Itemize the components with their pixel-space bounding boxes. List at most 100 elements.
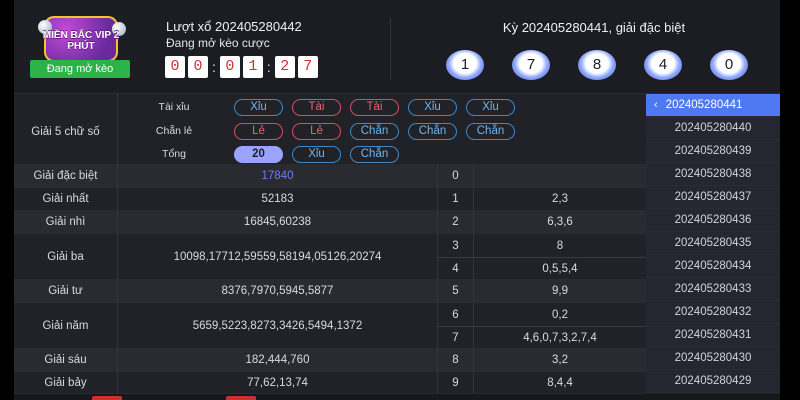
prize-row: Giải nhất 52183 1 2,3: [14, 188, 646, 211]
prize-name: Giải nhất: [14, 188, 118, 210]
countdown-separator: :: [266, 59, 271, 75]
result-chip: Xỉu: [234, 98, 283, 116]
prize-name: Giải năm: [14, 303, 118, 348]
tail-values: 4,6,0,7,3,2,7,4: [523, 332, 597, 344]
draw-item-selected[interactable]: ‹ 202405280441: [646, 94, 780, 117]
countdown-separator: :: [212, 59, 216, 75]
draw-item[interactable]: 202405280432: [646, 301, 780, 324]
status-badge: Đang mở kèo: [30, 60, 130, 78]
tail-digit: 9: [438, 372, 474, 393]
countdown-digit: 0: [219, 56, 240, 78]
prize-row: Giải bảy 77,62,13,74 9 8,4,4: [14, 372, 646, 394]
prize-value: 5659,5223,8273,3426,5494,1372: [118, 303, 438, 348]
tail-values: [474, 164, 646, 187]
option-row-taixiu: Tài xỉu Xỉu Tài Tài Xỉu Xỉu: [132, 97, 524, 117]
tail-values: 3,2: [552, 354, 568, 366]
result-ball: 4: [644, 50, 682, 80]
prize-row: Giải năm 5659,5223,8273,3426,5494,1372 6…: [14, 303, 646, 349]
tail-values: 0,2: [552, 308, 568, 321]
tail-digit: 5: [438, 280, 474, 302]
draw-item[interactable]: 202405280438: [646, 163, 780, 186]
prize-value: 16845,60238: [118, 211, 438, 233]
tail-digit: 3: [438, 234, 474, 257]
tail-values: 8: [556, 239, 564, 252]
five-digit-label: Giải 5 chữ số: [14, 94, 118, 169]
draw-item[interactable]: 202405280434: [646, 255, 780, 278]
betting-status: Đang mở kèo cược: [166, 36, 270, 50]
tail-subrow: 7 4,6,0,7,3,2,7,4: [438, 326, 646, 349]
countdown-digit: 0: [188, 56, 208, 78]
prize-name: Giải nhì: [14, 211, 118, 233]
tail-digit: 6: [438, 303, 474, 326]
draw-item[interactable]: 202405280435: [646, 232, 780, 255]
tail-values: 8,4,4: [547, 376, 573, 389]
option-label: Chẵn lẻ: [155, 125, 193, 137]
last-result-title: Kỳ 202405280441, giải đặc biệt: [502, 20, 686, 35]
tail-digit: 4: [438, 258, 474, 280]
result-ball: 7: [512, 50, 550, 80]
draw-item[interactable]: 202405280436: [646, 209, 780, 232]
option-label: Tổng: [162, 148, 186, 160]
countdown-digit: 1: [242, 56, 263, 78]
option-row-tong: Tổng 20 Xỉu Chẵn: [132, 144, 408, 164]
draw-item[interactable]: 202405280437: [646, 186, 780, 209]
bottom-tab-indicator[interactable]: [226, 396, 256, 400]
result-chip: Chẵn: [408, 122, 457, 140]
draw-item[interactable]: 202405280433: [646, 278, 780, 301]
result-chip: Chẵn: [466, 122, 515, 140]
prize-value: 77,62,13,74: [118, 372, 438, 393]
result-chip: Chẵn: [350, 145, 399, 163]
prize-value: 10098,17712,59559,58194,05126,20274: [118, 234, 438, 279]
result-chip: Tài: [292, 98, 341, 116]
tail-digit: 2: [438, 211, 474, 233]
prize-value: 17840: [118, 164, 438, 187]
result-balls: 1 7 8 4 0: [446, 50, 748, 80]
result-chip: Tài: [350, 98, 399, 116]
prize-name: Giải đặc biệt: [14, 164, 118, 187]
prize-name: Giải ba: [14, 234, 118, 279]
prize-row: Giải sáu 182,444,760 8 3,2: [14, 349, 646, 372]
result-chip: Lẻ: [292, 122, 341, 140]
prize-name: Giải tư: [14, 280, 118, 302]
countdown-digit: 7: [297, 56, 318, 78]
countdown-digit: 2: [274, 56, 295, 78]
draw-item[interactable]: 202405280429: [646, 370, 780, 393]
prize-value: 182,444,760: [118, 349, 438, 371]
tail-values: 2,3: [552, 193, 568, 205]
right-edge: [780, 0, 800, 400]
prize-row: Giải đặc biệt 17840 0: [14, 164, 646, 188]
draw-id: 202405280441: [665, 99, 743, 111]
tail-values: 9,9: [552, 285, 568, 297]
bottom-bar: [14, 394, 780, 400]
result-ball: 0: [710, 50, 748, 80]
result-chip: Xỉu: [292, 145, 341, 163]
draw-item[interactable]: 202405280440: [646, 117, 780, 140]
prize-value: 52183: [118, 188, 438, 210]
prize-row: Giải tư 8376,7970,5945,5877 5 9,9: [14, 280, 646, 303]
tail-values: 6,3,6: [547, 216, 573, 228]
draw-item[interactable]: 202405280439: [646, 140, 780, 163]
lottery-results-panel: MIỀN BẮC VIP 2 PHÚT Đang mở kèo Lượt xổ …: [0, 0, 800, 400]
result-chip: Xỉu: [466, 98, 515, 116]
prize-name: Giải sáu: [14, 349, 118, 371]
countdown-timer: 0 0 : 0 1 : 2 7: [165, 56, 321, 78]
prize-row: Giải nhì 16845,60238 2 6,3,6: [14, 211, 646, 234]
header: MIỀN BẮC VIP 2 PHÚT Đang mở kèo Lượt xổ …: [14, 0, 780, 94]
draw-item[interactable]: 202405280431: [646, 324, 780, 347]
sum-chip: 20: [234, 145, 283, 163]
five-digit-row: Giải 5 chữ số Tài xỉu Xỉu Tài Tài Xỉu Xỉ…: [14, 94, 646, 170]
tail-digit: 8: [438, 349, 474, 371]
logo-text: MIỀN BẮC VIP 2 PHÚT: [42, 30, 120, 52]
result-chip: Xỉu: [408, 98, 457, 116]
countdown-digit: 0: [165, 56, 185, 78]
draw-item[interactable]: 202405280430: [646, 347, 780, 370]
bottom-tab-indicator[interactable]: [92, 396, 122, 400]
option-label: Tài xỉu: [158, 101, 190, 113]
tail-values: 0,5,5,4: [542, 263, 578, 275]
result-chip: Chẵn: [350, 122, 399, 140]
draw-history-list: ‹ 202405280441 202405280440 202405280439…: [646, 94, 780, 393]
prize-name: Giải bảy: [14, 372, 118, 393]
left-edge: [0, 0, 14, 400]
result-chip: Lẻ: [234, 122, 283, 140]
tail-subrow: 4 0,5,5,4: [438, 257, 646, 280]
